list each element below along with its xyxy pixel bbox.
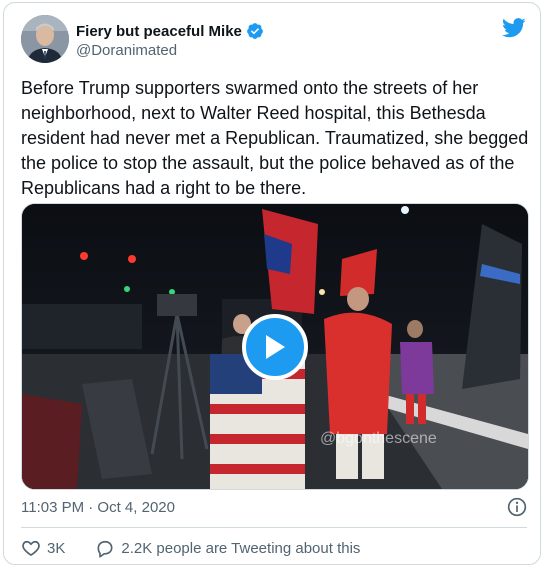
discussion-link[interactable]: 2.2K people are Tweeting about this	[95, 538, 360, 558]
avatar-image	[21, 15, 69, 63]
author-handle[interactable]: @Doranimated	[76, 42, 177, 59]
play-button[interactable]	[242, 314, 308, 380]
video-watermark: @bgonthescene	[320, 430, 437, 447]
author-name[interactable]: Fiery but peaceful Mike	[76, 23, 242, 40]
like-button[interactable]: 3K	[21, 538, 65, 558]
avatar[interactable]	[21, 15, 69, 63]
tweet-text: Before Trump supporters swarmed onto the…	[21, 78, 529, 198]
speech-bubble-icon	[97, 540, 113, 558]
play-icon	[266, 335, 285, 359]
info-icon[interactable]	[507, 497, 527, 517]
heart-icon	[22, 540, 40, 556]
verified-badge-icon	[247, 23, 263, 39]
discussion-text: 2.2K people are Tweeting about this	[121, 539, 361, 557]
author-name-row[interactable]: Fiery but peaceful Mike	[76, 22, 264, 40]
tweet-card[interactable]: Fiery but peaceful Mike @Doranimated Bef…	[3, 2, 541, 565]
twitter-bird-icon[interactable]	[502, 18, 526, 38]
video-player[interactable]: @bgonthescene	[21, 203, 529, 490]
divider	[21, 527, 527, 528]
like-count: 3K	[47, 539, 66, 557]
tweet-actions: 3K 2.2K people are Tweeting about this	[21, 538, 360, 558]
timestamp[interactable]: 11:03 PM · Oct 4, 2020	[21, 499, 175, 516]
